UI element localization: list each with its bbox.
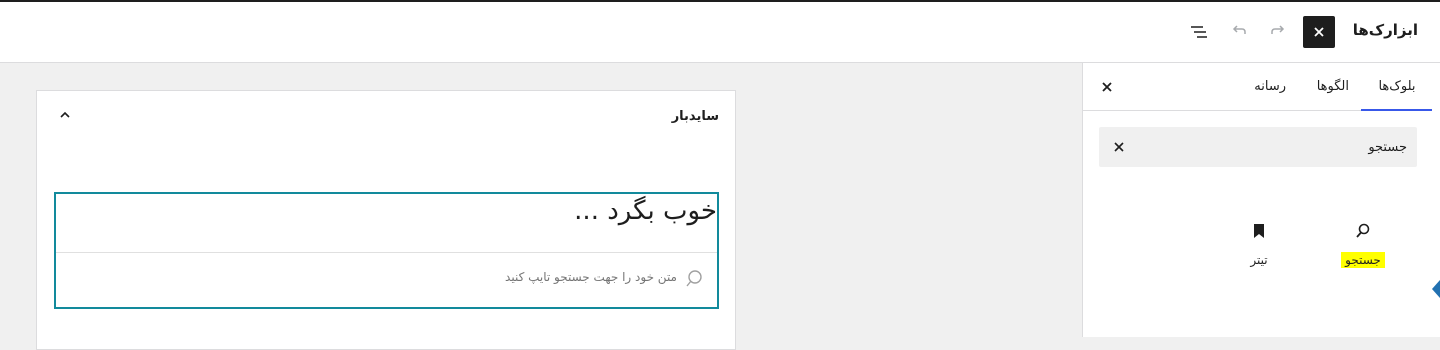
search-icon xyxy=(686,270,702,287)
clear-search-button[interactable] xyxy=(1109,137,1129,157)
block-item-heading[interactable]: تیتر xyxy=(1211,213,1307,283)
header-toolbar: ابزارک‌ها xyxy=(0,2,1440,63)
list-view-button[interactable] xyxy=(1183,16,1215,48)
edge-indicator xyxy=(1432,280,1440,298)
tab-patterns[interactable]: الگوها xyxy=(1317,63,1349,111)
tab-media[interactable]: رسانه xyxy=(1254,63,1286,111)
widget-area-title: سایدبار xyxy=(671,109,719,124)
widget-title[interactable]: خوب بگرد ... xyxy=(574,196,717,226)
close-inserter-button[interactable] xyxy=(1097,77,1117,97)
block-item-search[interactable]: جستجو xyxy=(1315,213,1411,283)
close-button[interactable] xyxy=(1303,16,1335,48)
inserter-tabs: بلوک‌ها الگوها رسانه xyxy=(1083,63,1433,111)
search-placeholder: متن خود را جهت جستجو تایپ کنید xyxy=(505,270,677,284)
list-view-icon xyxy=(1191,26,1207,38)
block-search xyxy=(1099,127,1417,167)
undo-button[interactable] xyxy=(1223,16,1255,48)
collapse-toggle[interactable] xyxy=(55,105,75,125)
search-widget-block[interactable]: خوب بگرد ... متن خود را جهت جستجو تایپ ک… xyxy=(54,192,719,309)
block-search-input[interactable] xyxy=(1137,127,1407,167)
block-label: تیتر xyxy=(1250,253,1268,267)
close-icon xyxy=(1314,27,1324,37)
search-icon xyxy=(1356,223,1370,238)
close-icon xyxy=(1102,82,1112,92)
bookmark-icon xyxy=(1254,224,1264,238)
undo-icon xyxy=(1232,25,1246,34)
redo-button[interactable] xyxy=(1262,16,1294,48)
widget-area-sidebar: سایدبار خوب بگرد ... متن خود را جهت جستج… xyxy=(36,90,736,350)
redo-icon xyxy=(1271,25,1285,34)
block-label: جستجو xyxy=(1341,252,1385,268)
tab-blocks[interactable]: بلوک‌ها xyxy=(1361,63,1433,111)
chevron-up-icon xyxy=(60,111,70,118)
close-icon xyxy=(1114,142,1124,152)
page-title: ابزارک‌ها xyxy=(1352,21,1418,39)
widget-search-field[interactable]: متن خود را جهت جستجو تایپ کنید xyxy=(56,253,717,305)
block-inserter-panel: بلوک‌ها الگوها رسانه جستجو xyxy=(1082,63,1433,337)
